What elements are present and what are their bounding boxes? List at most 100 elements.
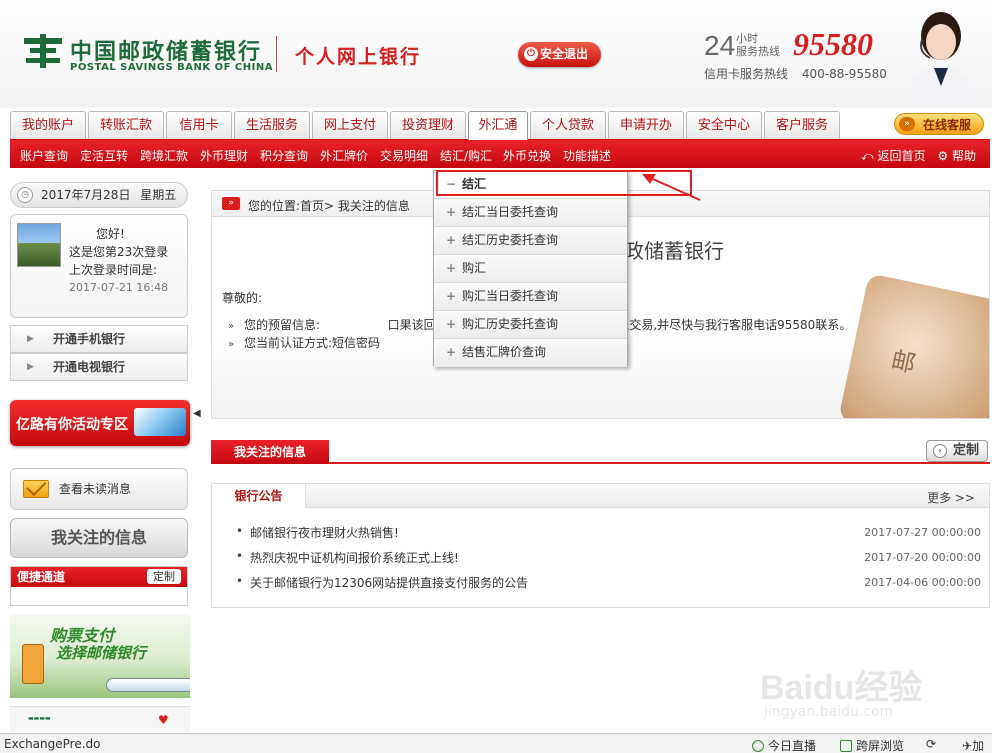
open-mobile-banking-label: 开通手机银行 <box>53 332 126 346</box>
menu-item-purchase[interactable]: + 购汇 <box>434 255 627 283</box>
psbc-small-logo-icon: ▬▬▬▬ <box>28 715 51 722</box>
my-focus-tab[interactable]: 我关注的信息 <box>211 440 329 464</box>
power-icon: ⏻ <box>524 47 538 61</box>
open-tv-banking-link[interactable]: ▶ 开通电视银行 <box>10 353 188 381</box>
subnav-account-query[interactable]: 账户查询 <box>20 147 68 164</box>
subnav-points-query[interactable]: 积分查询 <box>260 147 308 164</box>
menu-item-purchase-today[interactable]: + 购汇当日委托查询 <box>434 283 627 311</box>
plus-icon: + <box>446 205 457 219</box>
news-item[interactable]: • 热烈庆祝中证机构间报价系统正式上线! 2017-07-20 00:00:00 <box>236 549 981 569</box>
unread-messages-label: 查看未读消息 <box>59 482 132 496</box>
my-focus-button[interactable]: 我关注的信息 <box>10 518 188 558</box>
nav-tab-life-services[interactable]: 生活服务 <box>234 111 310 139</box>
plus-icon: + <box>446 233 457 247</box>
play-icon <box>752 740 764 752</box>
triangle-right-icon: ▶ <box>27 362 34 372</box>
menu-item-label: 结汇历史委托查询 <box>462 233 559 247</box>
more-link[interactable]: 更多 >> <box>927 489 975 506</box>
news-item[interactable]: • 邮储银行夜市理财火热销售! 2017-07-27 00:00:00 <box>236 524 981 544</box>
help-icon: ⚙ <box>937 149 949 163</box>
status-url: ExchangePre.do <box>4 737 101 751</box>
nav-tab-online-payment[interactable]: 网上支付 <box>312 111 388 139</box>
subnav-fixed-current[interactable]: 定活互转 <box>80 147 128 164</box>
refresh-icon[interactable]: ⟳ <box>926 737 936 751</box>
promo-banner[interactable]: 亿路有你活动专区 <box>10 400 190 446</box>
triangle-right-icon: ▶ <box>27 334 34 344</box>
subnav-function-desc[interactable]: 功能描述 <box>563 147 611 164</box>
customer-service-agent-icon <box>906 12 976 106</box>
main-nav: 我的账户 转账汇款 信用卡 生活服务 网上支付 投资理财 外汇通 个人贷款 申请… <box>10 111 990 141</box>
nav-tab-credit-card[interactable]: 信用卡 <box>166 111 232 139</box>
back-home-link[interactable]: 返回首页 <box>878 149 926 163</box>
nav-tab-security-center[interactable]: 安全中心 <box>686 111 762 139</box>
nav-tab-my-account[interactable]: 我的账户 <box>10 111 86 139</box>
heart-icon: ♥ <box>158 713 169 727</box>
menu-item-fx-rate-query[interactable]: + 结售汇牌价查询 <box>434 339 627 367</box>
annotation-arrow-icon <box>642 174 701 201</box>
double-chevron-icon: » <box>899 117 915 131</box>
ticket-payment-promo[interactable]: 购票支付 选择邮储银行 <box>10 614 190 698</box>
baidu-watermark: Baidu经验 jingyan.baidu.com <box>760 652 950 732</box>
subnav-currency-exchange[interactable]: 外币兑换 <box>503 147 551 164</box>
logout-button[interactable]: ⏻ 安全退出 <box>518 42 601 67</box>
menu-item-label: 购汇当日委托查询 <box>462 289 559 303</box>
accelerate-label: 加 <box>972 739 985 753</box>
auth-method-notice: » 您当前认证方式:短信密码 <box>228 334 380 351</box>
login-count: 这是您第23次登录 <box>69 245 169 259</box>
news-item[interactable]: • 关于邮储银行为12306网站提供直接支付服务的公告 2017-04-06 0… <box>236 574 981 594</box>
sidebar-collapse-icon[interactable]: ◀ <box>193 408 201 419</box>
online-service-button[interactable]: » 在线客服 <box>894 113 984 135</box>
nav-tab-personal-loan[interactable]: 个人贷款 <box>530 111 606 139</box>
header-divider <box>276 36 277 72</box>
unread-messages-button[interactable]: 查看未读消息 <box>10 468 188 510</box>
help-link[interactable]: 帮助 <box>952 149 976 163</box>
bullet-icon: • <box>236 574 244 588</box>
customize-label: 定制 <box>953 443 980 458</box>
customize-button[interactable]: › 定制 <box>926 440 988 462</box>
nav-tab-apply[interactable]: 申请开办 <box>608 111 684 139</box>
news-date: 2017-04-06 00:00:00 <box>864 576 981 589</box>
reserved-info-mid: 口果该回 <box>387 318 436 332</box>
plus-icon: + <box>446 317 457 331</box>
bank-notice-tab[interactable]: 银行公告 <box>212 484 306 508</box>
header: 中国邮政储蓄银行 POSTAL SAVINGS BANK OF CHINA 个人… <box>0 0 992 108</box>
news-title: 邮储银行夜市理财火热销售! <box>250 526 399 540</box>
subnav-settle-purchase[interactable]: 结汇/购汇 <box>440 147 492 164</box>
promo-line-2: 选择邮储银行 <box>56 644 147 662</box>
watermark-brand: Baidu经验 <box>760 669 923 707</box>
accelerate-button[interactable]: ✈加 <box>962 737 984 753</box>
menu-item-settle-today[interactable]: + 结汇当日委托查询 <box>434 199 627 227</box>
menu-item-label: 结汇当日委托查询 <box>462 205 559 219</box>
subnav-fx-rates[interactable]: 外汇牌价 <box>320 147 368 164</box>
menu-item-label: 购汇历史委托查询 <box>462 317 559 331</box>
bank-notice-panel: 银行公告 更多 >> • 邮储银行夜市理财火热销售! 2017-07-27 00… <box>211 483 990 608</box>
secondary-promo[interactable]: ▬▬▬▬ ♥ <box>10 706 190 734</box>
nav-tab-forex[interactable]: 外汇通 <box>468 111 528 141</box>
reserved-info-warning: 即停止交易,并尽快与我行客服电话95580联系。 <box>593 318 852 332</box>
quick-channel-custom-button[interactable]: 定制 <box>147 569 181 584</box>
subnav-transaction-details[interactable]: 交易明细 <box>380 147 428 164</box>
clock-icon: ◷ <box>17 187 33 203</box>
open-mobile-banking-link[interactable]: ▶ 开通手机银行 <box>10 325 188 353</box>
plus-icon: + <box>446 345 457 359</box>
news-date: 2017-07-20 00:00:00 <box>864 551 981 564</box>
menu-item-settle-history[interactable]: + 结汇历史委托查询 <box>434 227 627 255</box>
subnav-cross-border[interactable]: 跨境汇款 <box>140 147 188 164</box>
cross-screen-button[interactable]: 跨屏浏览 <box>840 737 904 753</box>
nav-tab-investment[interactable]: 投资理财 <box>390 111 466 139</box>
avatar <box>17 223 61 267</box>
seal-decoration-icon: 邮 <box>838 273 989 418</box>
home-icon: ⤺ <box>860 149 874 163</box>
chevron-right-icon: » <box>228 339 235 350</box>
news-title: 关于邮储银行为12306网站提供直接支付服务的公告 <box>250 576 529 590</box>
my-focus-bar: 我关注的信息 <box>211 440 990 464</box>
menu-item-purchase-history[interactable]: + 购汇历史委托查询 <box>434 311 627 339</box>
subnav-fx-wealth[interactable]: 外币理财 <box>200 147 248 164</box>
bullet-icon: • <box>236 549 244 563</box>
live-button[interactable]: 今日直播 <box>752 737 816 753</box>
card-hotline-label: 信用卡服务热线 <box>704 67 789 81</box>
nav-tab-transfer[interactable]: 转账汇款 <box>88 111 164 139</box>
psbc-logo-icon <box>24 34 62 68</box>
nav-tab-customer-service[interactable]: 客户服务 <box>764 111 840 139</box>
date-display: ◷ 2017年7月28日 星期五 <box>10 182 188 208</box>
